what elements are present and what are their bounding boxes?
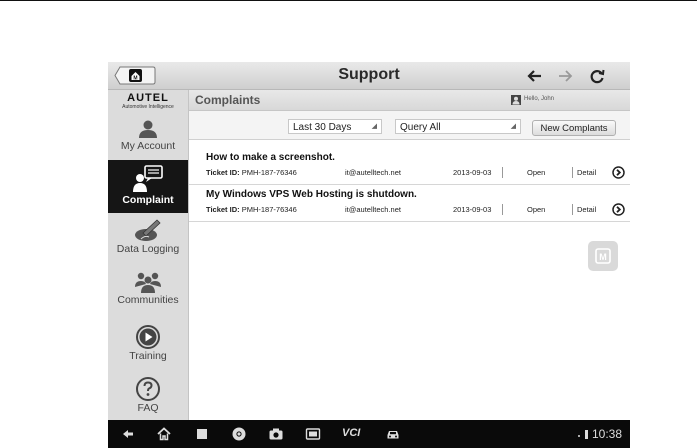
sidebar-item-communities[interactable]: Communities xyxy=(108,270,188,320)
person-icon xyxy=(139,120,157,138)
dropdown-caret-icon: ◢ xyxy=(371,123,377,130)
chevron-right-circle-icon[interactable] xyxy=(612,166,625,179)
new-complaint-button[interactable]: New Complants xyxy=(532,120,616,136)
ticket-id-value: PMH-187-76346 xyxy=(241,168,297,177)
ticket-email: it@autelltech.net xyxy=(345,168,401,177)
title-bar: M Support xyxy=(108,62,630,90)
sidebar-item-complaint[interactable]: Complaint xyxy=(108,160,188,213)
sidebar: AUTEL Automotive Intelligence My Account… xyxy=(108,90,189,420)
brand-tagline: Automotive Intelligence xyxy=(122,104,174,110)
ticket-id: Ticket ID: PMH-187-76346 xyxy=(206,205,297,214)
question-circle-icon xyxy=(136,377,160,401)
camera-icon[interactable] xyxy=(268,426,284,442)
play-circle-icon xyxy=(136,325,160,349)
battery-icon xyxy=(585,430,588,439)
dropdown-caret-icon: ◢ xyxy=(510,123,516,130)
communities-icon xyxy=(135,272,161,293)
brand-name: AUTEL xyxy=(127,92,169,104)
ticket-id-label: Ticket ID: xyxy=(206,168,240,177)
column-divider xyxy=(572,204,573,215)
page-top-rule xyxy=(0,0,697,1)
column-divider xyxy=(572,167,573,178)
status-dot xyxy=(578,435,580,437)
ticket-row[interactable]: How to make a screenshot. Ticket ID: PMH… xyxy=(189,148,630,185)
sidebar-item-my-account[interactable]: My Account xyxy=(108,118,188,158)
date-range-value: Last 30 Days xyxy=(293,122,352,133)
forward-arrow-icon[interactable] xyxy=(556,67,574,85)
ticket-id-value: PMH-187-76346 xyxy=(241,205,297,214)
ticket-email: it@autelltech.net xyxy=(345,205,401,214)
m-logo-icon: M xyxy=(595,248,611,264)
sidebar-item-label: Data Logging xyxy=(116,243,180,255)
sidebar-item-label: Complaint xyxy=(122,194,174,206)
complaints-panel: Complaints Hello, John Last 30 Days ◢ Qu… xyxy=(189,90,630,420)
tablet-screen: M Support AUTEL Automotive Intelligence … xyxy=(108,62,630,448)
ticket-date: 2013-09-03 xyxy=(453,168,492,177)
back-icon[interactable] xyxy=(120,426,136,442)
car-icon[interactable] xyxy=(385,426,401,442)
home-icon[interactable] xyxy=(156,426,172,442)
sidebar-item-faq[interactable]: FAQ xyxy=(108,376,188,420)
column-divider xyxy=(502,204,503,215)
ticket-date: 2013-09-03 xyxy=(453,205,492,214)
window-title: Support xyxy=(338,66,400,83)
ticket-id: Ticket ID: PMH-187-76346 xyxy=(206,168,297,177)
panel-header: Complaints Hello, John xyxy=(189,90,630,111)
user-greeting: Hello, John xyxy=(524,96,555,102)
user-icon xyxy=(511,95,521,105)
sidebar-item-label: FAQ xyxy=(137,402,159,414)
refresh-icon[interactable] xyxy=(588,67,606,85)
detail-link[interactable]: Detail xyxy=(577,205,596,214)
svg-text:M: M xyxy=(599,252,607,262)
sidebar-item-label: Training xyxy=(129,350,167,362)
system-navigation-bar: VCI 10:38 xyxy=(108,420,630,448)
complaint-icon xyxy=(133,165,163,192)
ticket-subject: My Windows VPS Web Hosting is shutdown. xyxy=(206,189,417,200)
ticket-id-label: Ticket ID: xyxy=(206,205,240,214)
back-arrow-icon[interactable] xyxy=(526,67,544,85)
ticket-row[interactable]: My Windows VPS Web Hosting is shutdown. … xyxy=(189,185,630,222)
ticket-status: Open xyxy=(527,205,546,214)
page-title: Complaints xyxy=(195,93,261,107)
chrome-icon[interactable] xyxy=(231,426,247,442)
sidebar-item-training[interactable]: Training xyxy=(108,324,188,372)
screen-icon[interactable] xyxy=(305,426,321,442)
ticket-status: Open xyxy=(527,168,546,177)
ticket-subject: How to make a screenshot. xyxy=(206,152,335,163)
filter-bar: Last 30 Days ◢ Query All ◢ New Complants xyxy=(189,111,630,140)
detail-link[interactable]: Detail xyxy=(577,168,596,177)
autel-logo: AUTEL Automotive Intelligence xyxy=(108,92,188,114)
column-divider xyxy=(502,167,503,178)
sidebar-item-label: Communities xyxy=(117,294,179,306)
query-select[interactable]: Query All ◢ xyxy=(395,119,521,134)
chevron-right-circle-icon[interactable] xyxy=(612,203,625,216)
query-value: Query All xyxy=(400,122,441,133)
floating-m-button[interactable]: M xyxy=(588,241,618,271)
data-logging-icon xyxy=(135,219,161,241)
date-range-select[interactable]: Last 30 Days ◢ xyxy=(288,119,382,134)
recent-apps-icon[interactable] xyxy=(194,426,210,442)
sidebar-item-data-logging[interactable]: Data Logging xyxy=(108,217,188,265)
vci-icon[interactable]: VCI xyxy=(342,427,370,443)
sidebar-item-label: My Account xyxy=(120,140,176,152)
system-clock: 10:38 xyxy=(592,427,623,441)
